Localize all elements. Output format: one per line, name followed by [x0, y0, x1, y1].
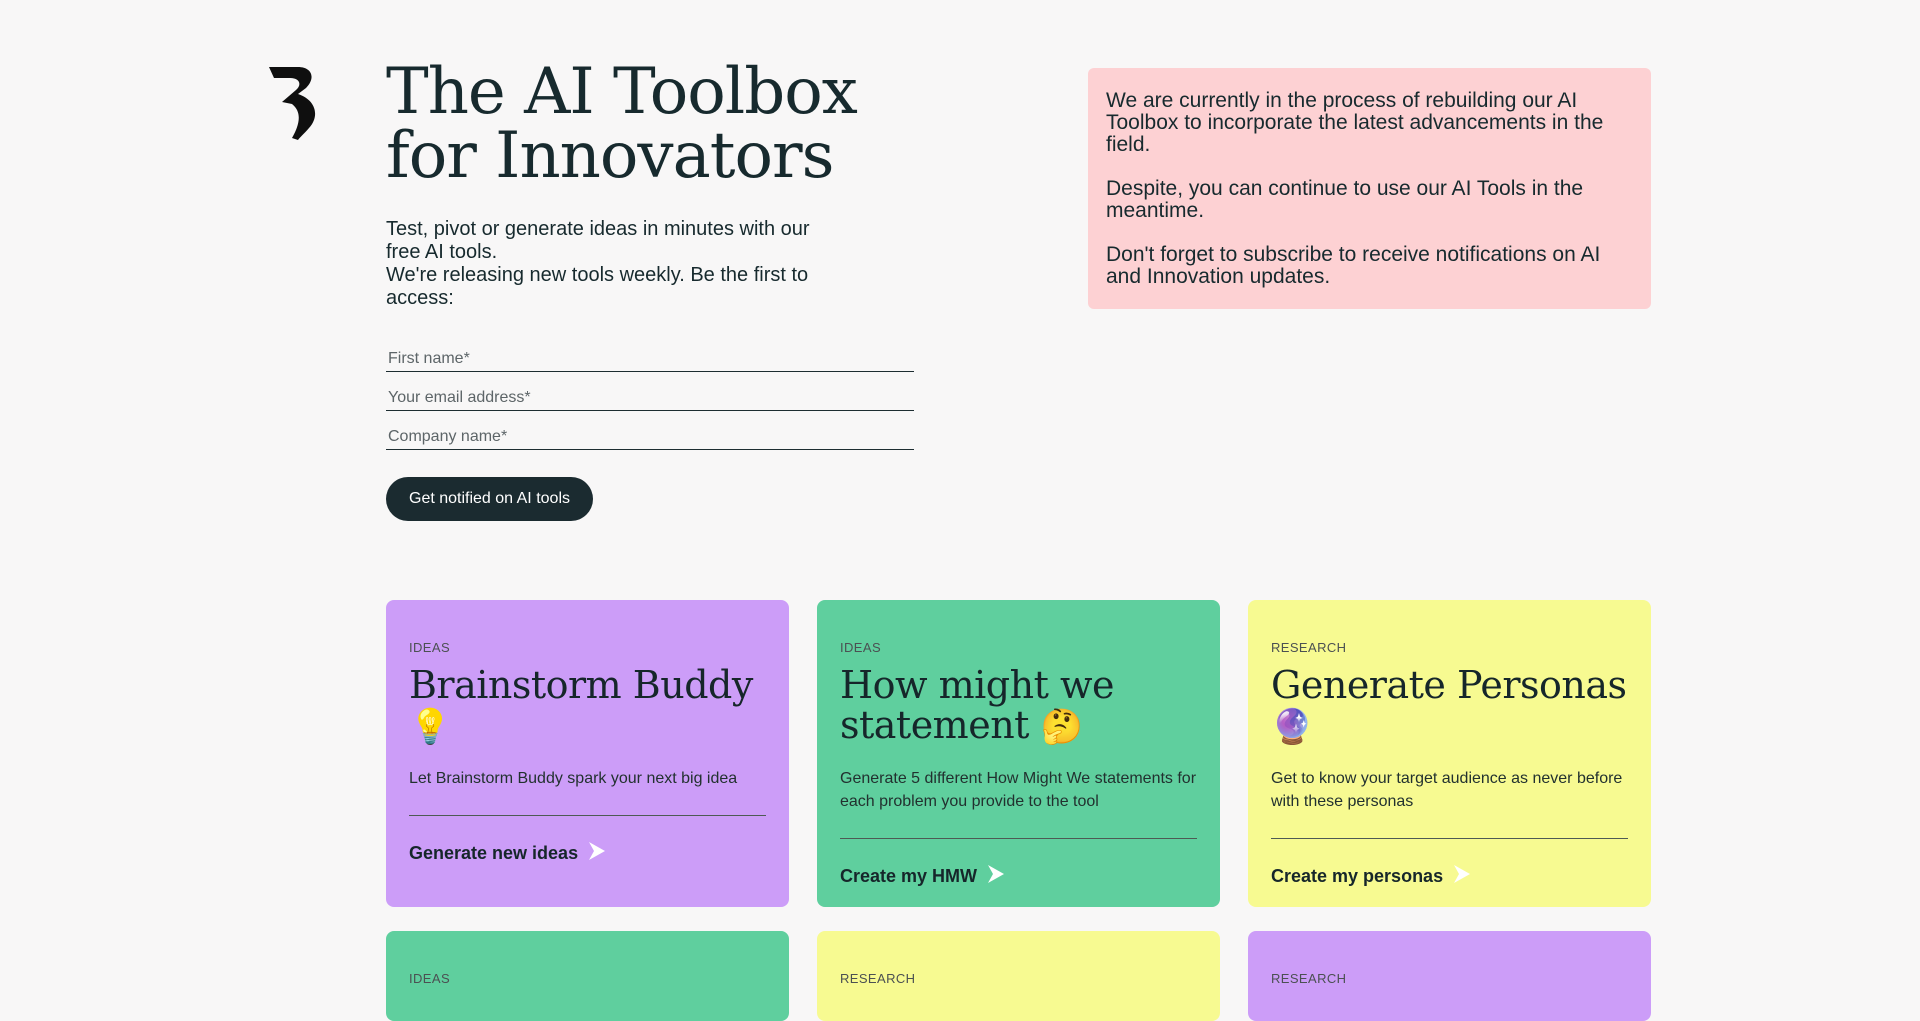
card-divider — [1271, 838, 1628, 839]
card-description: Let Brainstorm Buddy spark your next big… — [409, 770, 738, 787]
card-emoji-icon: 💡 — [409, 707, 451, 747]
page-title-line-1: The AI Toolbox — [386, 55, 858, 129]
card-link[interactable]: Generate new ideas — [409, 841, 606, 866]
get-notified-button[interactable]: Get notified on AI tools — [386, 477, 593, 521]
card-emoji-icon: 🔮 — [1271, 707, 1313, 747]
card-title: How might we statement 🤔 — [840, 665, 1197, 747]
card-link-label: Create my HMW — [840, 866, 978, 886]
card-divider — [409, 815, 766, 816]
hero-lead-line-2: We're releasing new tools weekly. Be the… — [386, 264, 809, 309]
arrow-right-icon — [1453, 864, 1471, 889]
tool-card[interactable]: IDEAS Brainstorm Buddy 💡 Let Brainstorm Bu… — [386, 600, 789, 907]
card-link[interactable]: Create my HMW — [840, 864, 1005, 889]
card-title-text: Generate Personas — [1271, 663, 1627, 707]
card-divider — [840, 838, 1197, 839]
notice-paragraph-3: Don't forget to subscribe to receive not… — [1106, 243, 1601, 288]
card-title-text: Brainstorm Buddy — [409, 663, 753, 707]
arrow-right-icon — [588, 841, 606, 866]
tool-card[interactable]: IDEAS — [386, 931, 789, 1021]
card-link-label: Generate new ideas — [409, 843, 579, 863]
card-category: RESEARCH — [1271, 640, 1347, 655]
tool-card[interactable]: RESEARCH — [1248, 931, 1651, 1021]
page-title: The AI Toolbox for Innovators — [386, 60, 946, 188]
card-emoji-icon: 🤔 — [1040, 707, 1083, 747]
hero-lead: Test, pivot or generate ideas in minutes… — [386, 218, 846, 310]
card-category: RESEARCH — [840, 971, 916, 986]
tool-card[interactable]: RESEARCH — [817, 931, 1220, 1021]
card-description: Get to know your target audience as neve… — [1271, 770, 1623, 810]
page-title-line-2: for Innovators — [386, 119, 834, 193]
arrow-right-icon — [987, 864, 1005, 889]
hero-lead-line-1: Test, pivot or generate ideas in minutes… — [386, 218, 810, 263]
card-category: IDEAS — [409, 640, 451, 655]
card-description: Generate 5 different How Might We statem… — [840, 770, 1197, 810]
email-input[interactable] — [386, 381, 914, 411]
notice-paragraph-2: Despite, you can continue to use our AI … — [1106, 177, 1584, 222]
first-name-input[interactable] — [386, 342, 914, 372]
card-title: Brainstorm Buddy 💡 — [409, 665, 766, 747]
card-link[interactable]: Create my personas — [1271, 864, 1471, 889]
card-category: RESEARCH — [1271, 971, 1347, 986]
company-name-input[interactable] — [386, 420, 914, 450]
brand-logo[interactable] — [268, 66, 318, 140]
card-category: IDEAS — [409, 971, 451, 986]
notice-paragraph-1: We are currently in the process of rebui… — [1106, 89, 1604, 156]
tool-card[interactable]: RESEARCH Generate Personas 🔮 Get to know y… — [1248, 600, 1651, 907]
hero-section: The AI Toolbox for Innovators Test, pivo… — [386, 60, 946, 310]
card-category: IDEAS — [840, 640, 882, 655]
rebuild-notice: We are currently in the process of rebui… — [1088, 68, 1651, 309]
card-link-label: Create my personas — [1271, 866, 1444, 886]
signup-form: Get notified on AI tools — [386, 342, 914, 521]
card-title: Generate Personas 🔮 — [1271, 665, 1628, 747]
tool-card[interactable]: IDEAS How might we statement 🤔 Generate 5 … — [817, 600, 1220, 907]
